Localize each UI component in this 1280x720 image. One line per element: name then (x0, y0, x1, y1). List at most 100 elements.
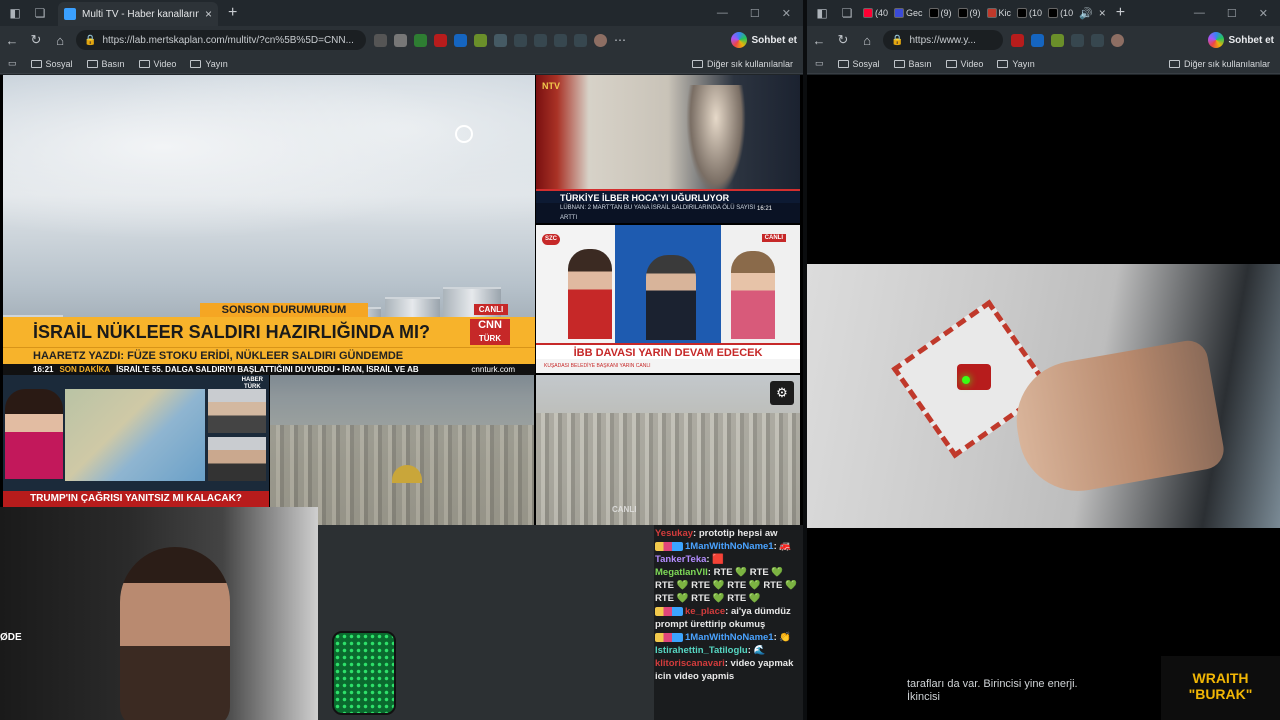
profile-icon[interactable]: ◧ (812, 3, 832, 23)
back-icon[interactable]: ← (807, 33, 831, 48)
extensions-row: ⋯ (374, 33, 626, 47)
avatar[interactable] (594, 33, 607, 47)
url-field[interactable]: 🔒 https://www.y... (883, 30, 1003, 50)
bookmarks-bar: ▭ Sosyal Basın Video Yayın Diğer sık kul… (0, 54, 803, 74)
extensions-puzzle-icon[interactable] (494, 33, 507, 47)
close-window-icon[interactable]: ✕ (782, 7, 791, 20)
bookmark-basin[interactable]: Basın (86, 59, 125, 69)
more-menu-icon[interactable]: ⋯ (614, 33, 626, 47)
settings-gear-icon[interactable]: ⚙ (770, 381, 794, 405)
stream-szc[interactable]: SZC CANLI İBB DAVASI YARIN DEVAM EDECEK … (536, 225, 800, 373)
chat-username[interactable]: ke_place (685, 606, 725, 617)
new-tab-icon[interactable]: + (228, 4, 237, 22)
collections-icon[interactable] (554, 33, 567, 47)
maximize-icon[interactable]: ☐ (750, 7, 760, 20)
speaker-icon[interactable]: 🔊 (1079, 7, 1093, 20)
video-player[interactable]: tarafları da var. Birincisi yine enerji.… (807, 75, 1280, 720)
tab-4[interactable]: Kic (986, 8, 1011, 18)
bookmark-sosyal[interactable]: Sosyal (837, 59, 880, 69)
cnn-headline: İSRAİL NÜKLEER SALDIRI HAZIRLIĞINDA MI? (3, 317, 535, 347)
chat-username[interactable]: Istirahettin_Tatiloglu (655, 645, 748, 656)
tab-6[interactable]: (10 (1048, 8, 1073, 18)
translate-icon[interactable] (394, 33, 407, 47)
other-bookmarks[interactable]: Diğer sık kullanılanlar (1168, 58, 1270, 69)
copilot-button[interactable]: Sohbet et (731, 32, 797, 48)
watermark-top: WRAITH (1192, 670, 1249, 686)
stream-city-cam-1[interactable] (270, 375, 534, 525)
bookmarks-toggle-icon[interactable]: ▭ (815, 58, 824, 69)
home-icon[interactable]: ⌂ (855, 33, 879, 48)
bookmark-video[interactable]: Video (138, 58, 177, 69)
bookmark-yayin[interactable]: Yayın (997, 59, 1035, 69)
stream-ntv[interactable]: NTV TÜRKİYE İLBER HOCA'YI UĞURLUYOR LÜBN… (536, 75, 800, 223)
minimize-icon[interactable]: — (1194, 7, 1205, 20)
extension-olive-icon[interactable] (474, 33, 487, 47)
subtitle-line-1: tarafları da var. Birincisi yine enerji. (907, 678, 1078, 690)
url-field[interactable]: 🔒 https://lab.mertskaplan.com/multitv/?c… (76, 30, 366, 50)
chat-username[interactable]: Yesukay (655, 528, 693, 539)
extension-blue-icon[interactable] (1031, 33, 1044, 47)
tab-5[interactable]: (10 (1017, 8, 1042, 18)
subtitle-line-2: İkincisi (907, 691, 941, 703)
close-window-icon[interactable]: ✕ (1259, 7, 1268, 20)
tab-3[interactable]: (9) (957, 8, 981, 18)
collections-icon[interactable] (1091, 33, 1104, 47)
chat-message: TankerTeka: 🟥 (655, 553, 801, 566)
profile-icon[interactable]: ◧ (5, 3, 25, 23)
reload-icon[interactable]: ↻ (24, 32, 48, 48)
tab-1[interactable]: Gec (894, 8, 923, 18)
bookmark-basin[interactable]: Basın (893, 59, 932, 69)
chat-badges-icon (655, 606, 683, 616)
downloads-icon[interactable] (574, 33, 587, 47)
back-icon[interactable]: ← (0, 33, 24, 48)
cnn-ticker-tag: SON DAKİKA (59, 365, 111, 374)
bookmark-label: Video (153, 58, 177, 69)
tab-0[interactable]: (40 (863, 8, 888, 18)
tab-2[interactable]: (9) (928, 8, 952, 18)
haberturk-logo-bottom: TÜRK (243, 384, 261, 390)
chat-username[interactable]: 1ManWithNoName1 (685, 632, 774, 643)
new-tab-icon[interactable]: + (1116, 4, 1125, 22)
tab-multitv[interactable]: Multi TV - Haber kanallarını aynı a × (58, 2, 218, 26)
tab-favicon-icon (863, 8, 873, 18)
split-screen-icon[interactable] (514, 33, 527, 47)
bookmark-video[interactable]: Video (945, 59, 983, 69)
ntv-logo: NTV (542, 81, 560, 91)
chat-username[interactable]: 1ManWithNoName1 (685, 541, 774, 552)
minimize-icon[interactable]: — (717, 7, 728, 20)
video-frame[interactable] (807, 264, 1280, 528)
bookmark-sosyal[interactable]: Sosyal (30, 59, 73, 69)
avatar[interactable] (1111, 33, 1124, 47)
webcam-overlay: ØDE (0, 507, 318, 720)
extension-olive-icon[interactable] (1051, 33, 1064, 47)
other-bookmarks-label: Diğer sık kullanılanlar (1183, 58, 1270, 69)
close-tab-icon[interactable]: × (1099, 6, 1106, 20)
extension-blue-icon[interactable] (454, 33, 467, 47)
chat-username[interactable]: TankerTeka (655, 554, 706, 565)
tab-label: (10 (1029, 8, 1043, 18)
close-tab-icon[interactable]: × (199, 7, 212, 21)
workspaces-icon[interactable]: ❏ (30, 3, 50, 23)
stream-haberturk[interactable]: HABER TÜRK TRUMP'IN ÇAĞRISI YANITSIZ MI … (3, 375, 269, 507)
reload-icon[interactable]: ↻ (831, 32, 855, 48)
maximize-icon[interactable]: ☐ (1227, 7, 1237, 20)
chat-message: klitoriscanavari: video yapmak icin vide… (655, 657, 801, 683)
cnn-ticker: 16:21 SON DAKİKA İSRAİL'E 55. DALGA SALD… (3, 364, 535, 375)
extension-green-icon[interactable] (414, 33, 427, 47)
chat-username[interactable]: MegatlanVII (655, 567, 708, 578)
reader-icon[interactable] (374, 33, 387, 47)
workspaces-icon[interactable]: ❏ (837, 3, 857, 23)
copilot-button[interactable]: Sohbet et (1208, 32, 1274, 48)
extension-red-icon[interactable] (434, 33, 447, 47)
chat-list: Yesukay: prototip hepsi aw 1ManWithNoName… (655, 527, 801, 683)
chat-username[interactable]: klitoriscanavari (655, 658, 725, 669)
split-screen-icon[interactable] (1071, 33, 1084, 47)
bookmark-yayin[interactable]: Yayın (190, 59, 228, 69)
other-bookmarks[interactable]: Diğer sık kullanılanlar (691, 59, 793, 69)
cam-canli-label: CANLI (612, 505, 637, 514)
stream-city-cam-2[interactable]: ⚙ CANLI (536, 375, 800, 525)
favorites-icon[interactable] (534, 33, 547, 47)
extension-red-icon[interactable] (1011, 33, 1024, 47)
home-icon[interactable]: ⌂ (48, 33, 72, 48)
bookmarks-toggle-icon[interactable]: ▭ (8, 58, 17, 69)
